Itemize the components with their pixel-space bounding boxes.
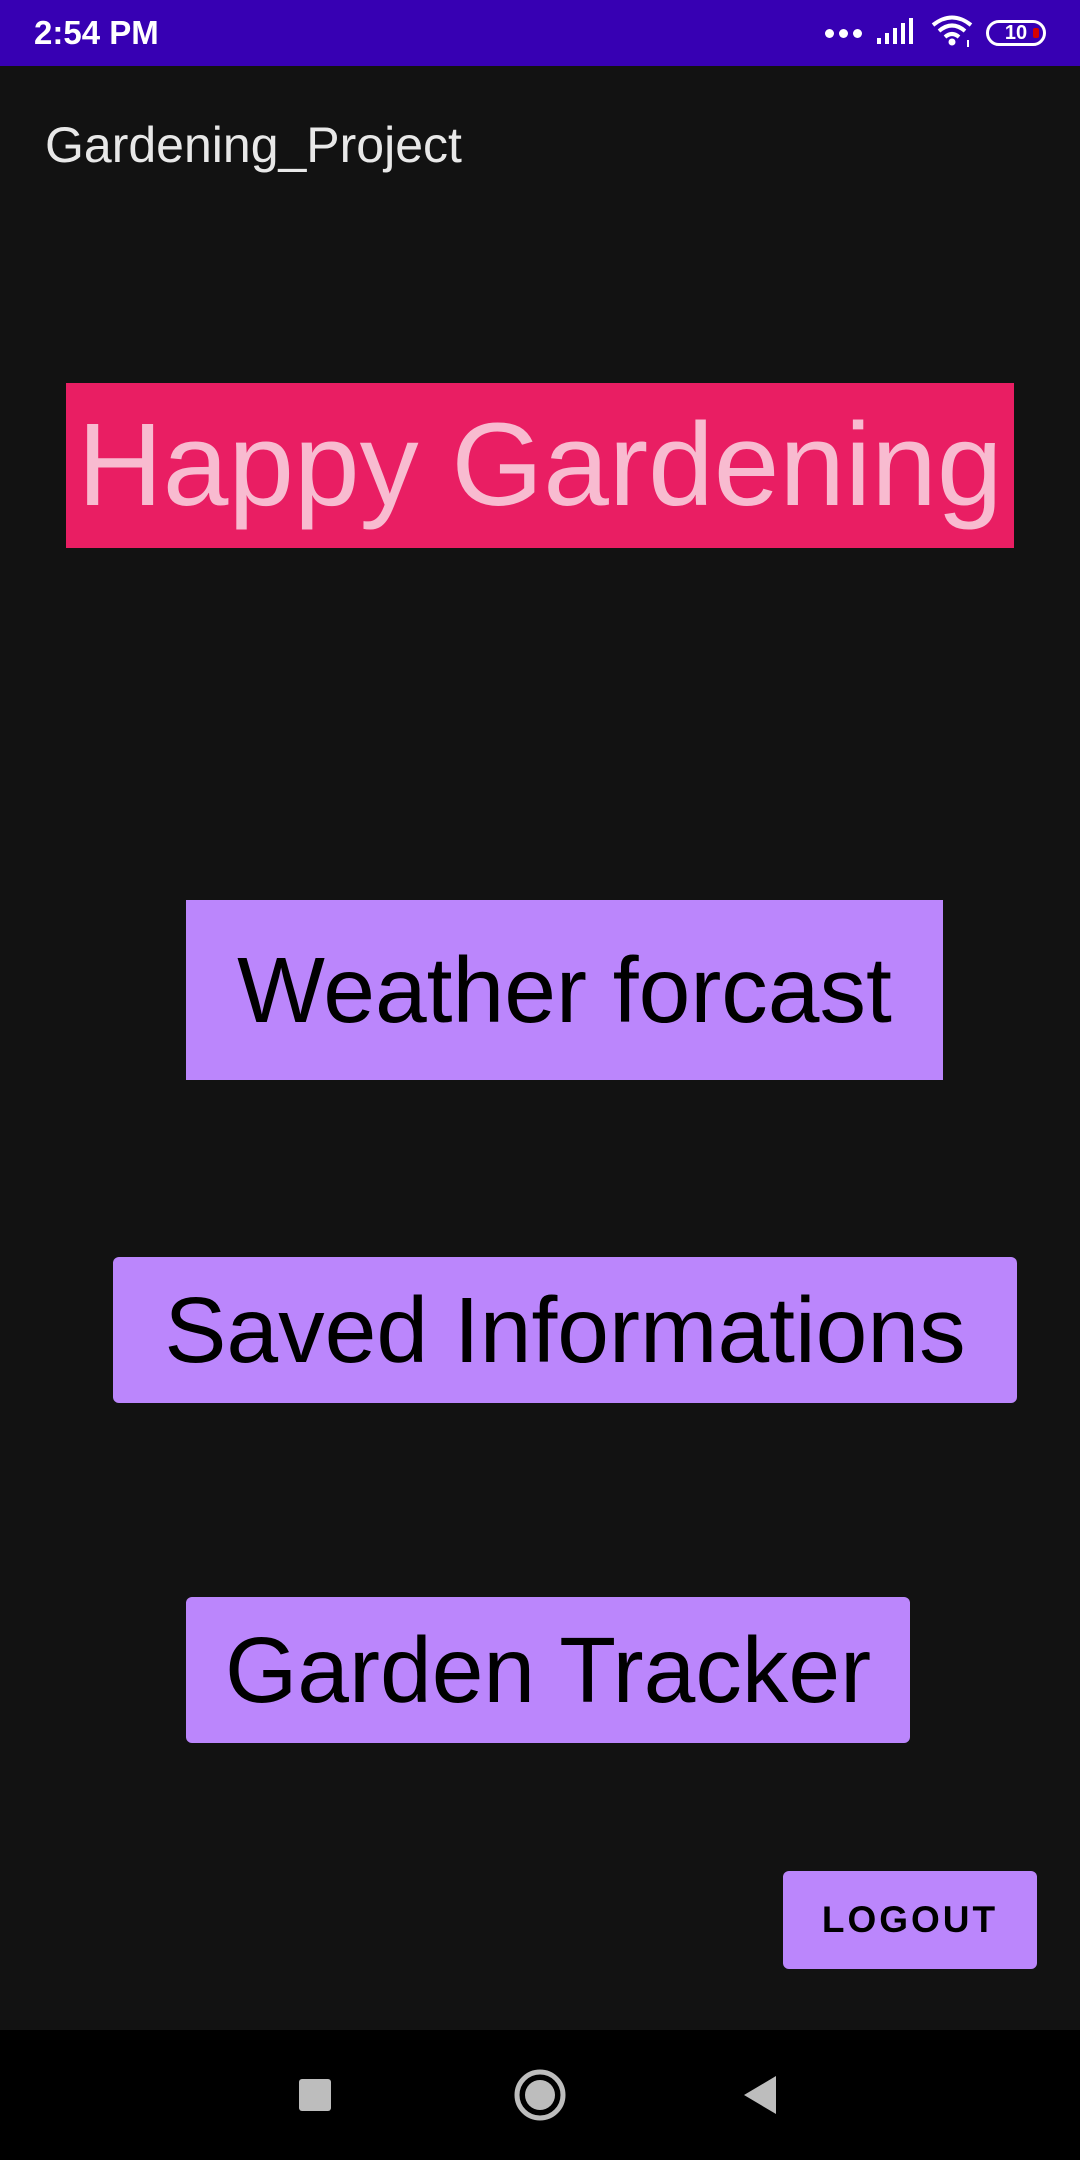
- garden-tracker-button[interactable]: Garden Tracker: [186, 1597, 910, 1743]
- weather-forecast-button[interactable]: Weather forcast: [186, 900, 943, 1080]
- status-icons: 10: [825, 0, 1046, 66]
- signal-icon: [876, 16, 918, 51]
- recents-square-icon[interactable]: [280, 2060, 350, 2130]
- status-bar: 2:54 PM 10: [0, 0, 1080, 66]
- home-circle-icon[interactable]: [505, 2060, 575, 2130]
- back-triangle-icon[interactable]: [725, 2060, 795, 2130]
- navigation-bar: [0, 2030, 1080, 2160]
- happy-gardening-banner: Happy Gardening: [66, 383, 1014, 548]
- app-screen: 2:54 PM 10 Gardening_Project Happy Garde…: [0, 0, 1080, 2160]
- logout-button[interactable]: LOGOUT: [783, 1871, 1037, 1969]
- wifi-icon: [930, 14, 974, 53]
- battery-icon: 10: [986, 20, 1046, 46]
- saved-informations-button[interactable]: Saved Informations: [113, 1257, 1017, 1403]
- status-time: 2:54 PM: [34, 14, 159, 51]
- app-title: Gardening_Project: [45, 117, 462, 173]
- more-dots-icon: [825, 28, 862, 38]
